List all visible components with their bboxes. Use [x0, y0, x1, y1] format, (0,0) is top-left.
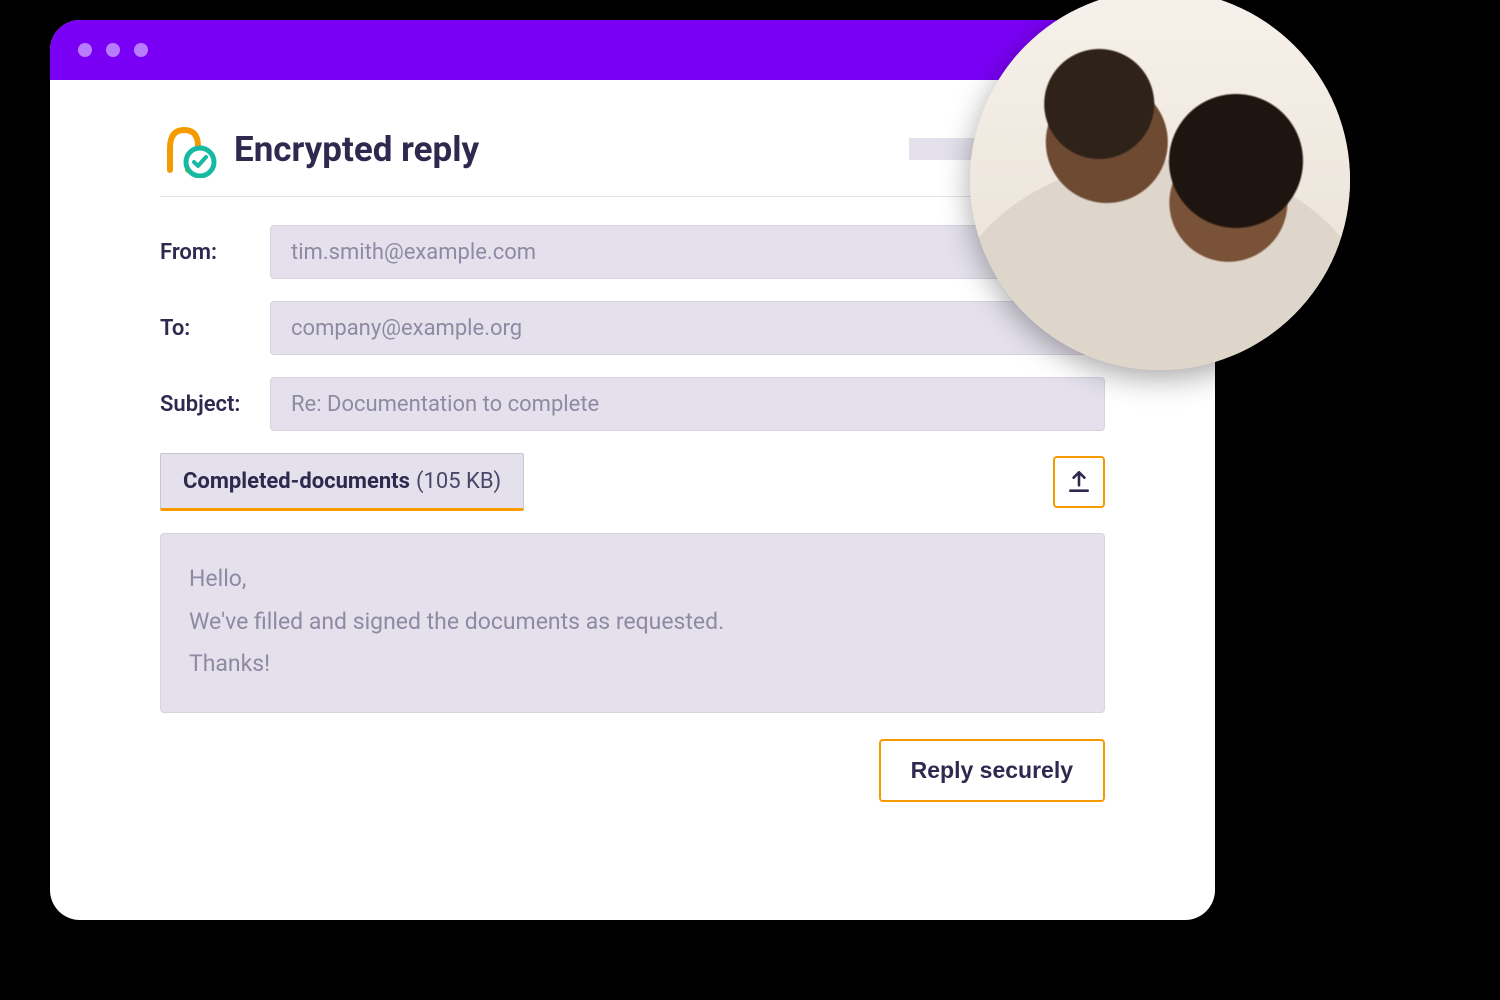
attachment-row: Completed-documents (105 KB): [160, 453, 1105, 511]
attachment-chip[interactable]: Completed-documents (105 KB): [160, 453, 524, 511]
to-value: company@example.org: [291, 316, 522, 341]
message-line: Hello,: [189, 558, 1076, 601]
from-label: From:: [160, 240, 270, 265]
upload-icon: [1066, 469, 1092, 495]
window-dot[interactable]: [78, 43, 92, 57]
subject-row: Subject: Re: Documentation to complete: [160, 377, 1105, 431]
app-logo-icon: [160, 120, 218, 178]
to-row: To: company@example.org: [160, 301, 1105, 355]
reply-securely-button[interactable]: Reply securely: [879, 739, 1105, 802]
subject-value: Re: Documentation to complete: [291, 392, 599, 417]
action-row: Reply securely: [160, 739, 1105, 802]
to-label: To:: [160, 316, 270, 341]
compose-form: From: tim.smith@example.com To: company@…: [160, 225, 1105, 802]
upload-button[interactable]: [1053, 456, 1105, 508]
user-avatar-photo: [970, 0, 1350, 370]
message-line: Thanks!: [189, 643, 1076, 686]
attachment-name: Completed-documents: [183, 469, 410, 494]
message-body[interactable]: Hello, We've filled and signed the docum…: [160, 533, 1105, 713]
subject-label: Subject:: [160, 392, 270, 417]
subject-field[interactable]: Re: Documentation to complete: [270, 377, 1105, 431]
window-dot[interactable]: [106, 43, 120, 57]
window-dot[interactable]: [134, 43, 148, 57]
page-title: Encrypted reply: [234, 129, 893, 170]
page-header: Encrypted reply: [160, 120, 1105, 197]
message-line: We've filled and signed the documents as…: [189, 601, 1076, 644]
from-value: tim.smith@example.com: [291, 240, 536, 265]
from-row: From: tim.smith@example.com: [160, 225, 1105, 279]
attachment-size: (105 KB): [416, 469, 501, 494]
